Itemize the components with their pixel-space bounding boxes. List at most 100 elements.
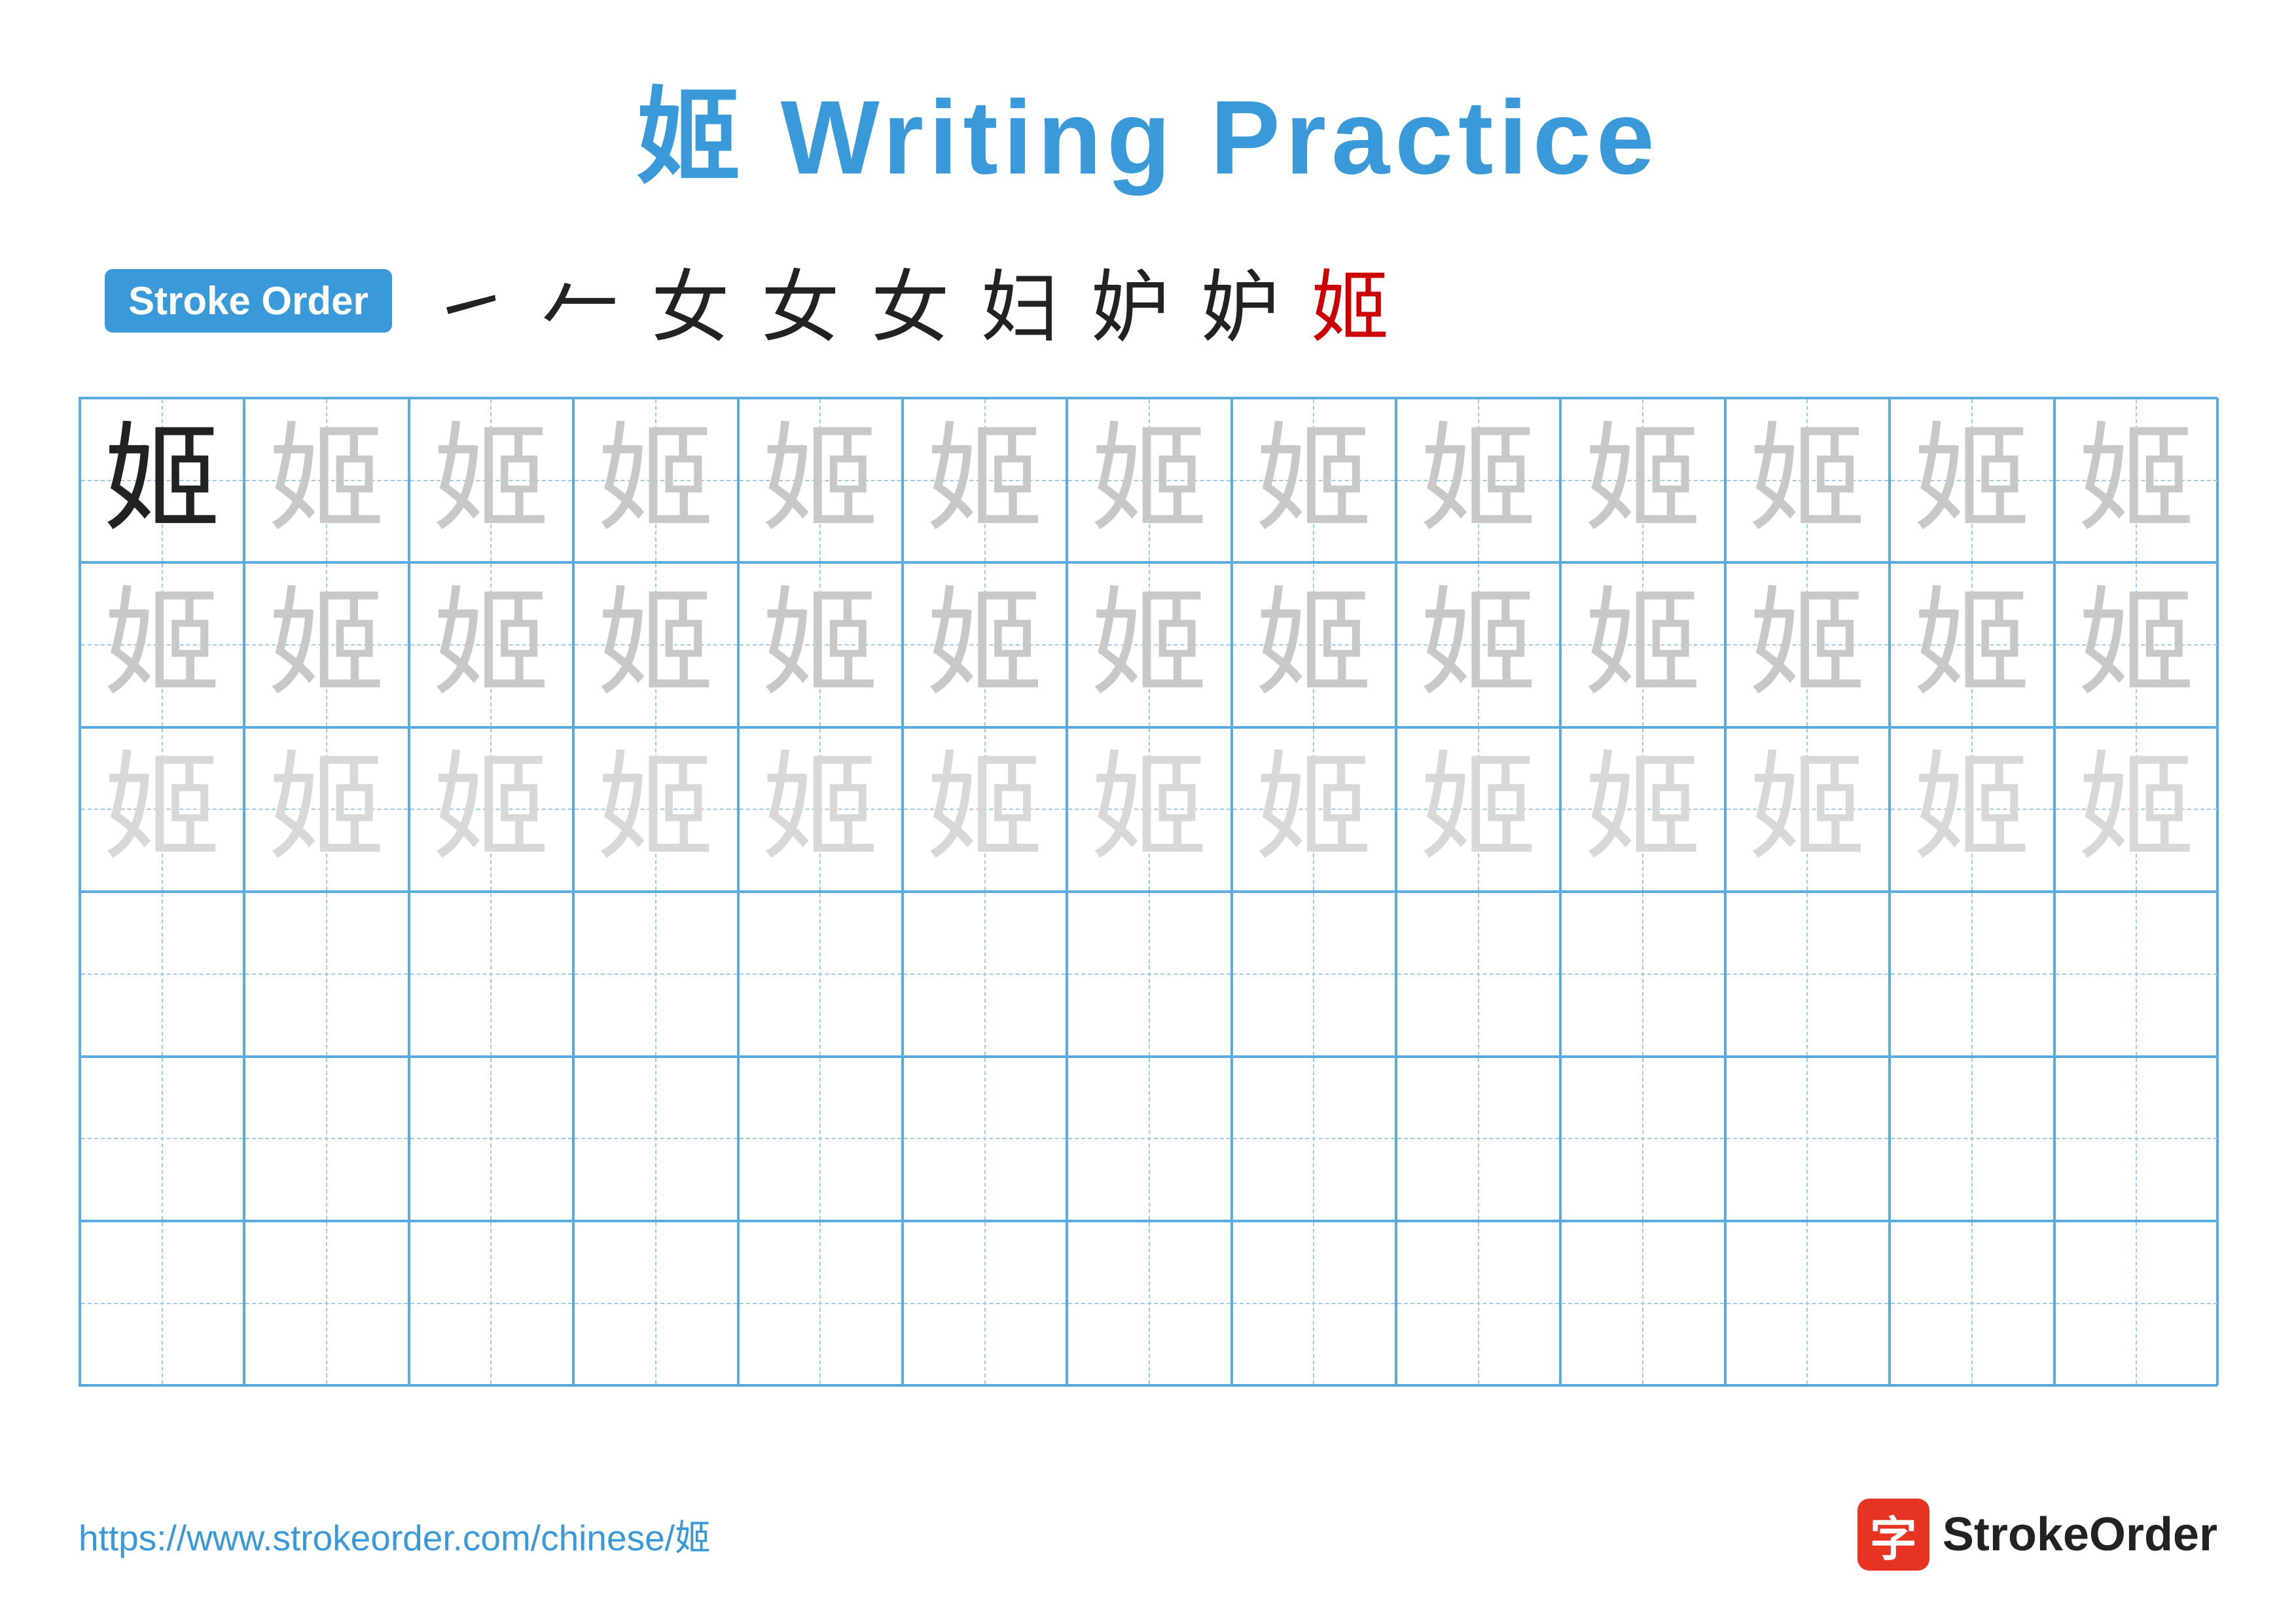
grid-cell[interactable]: [80, 892, 244, 1056]
grid-cell[interactable]: 姬: [1232, 727, 1396, 892]
page: 姬 Writing Practice Stroke Order ㇀ 𠂉 女 女 …: [0, 0, 2296, 1623]
grid-cell[interactable]: 姬: [2054, 562, 2219, 727]
grid-cell[interactable]: [1232, 1057, 1396, 1221]
footer: https://www.strokeorder.com/chinese/姬 字 …: [79, 1499, 2217, 1571]
grid-cell[interactable]: 姬: [244, 727, 408, 892]
grid-cell[interactable]: [1560, 892, 1725, 1056]
stroke-4: 女: [761, 244, 840, 357]
grid-cell[interactable]: [244, 1221, 408, 1385]
grid-cell[interactable]: 姬: [409, 398, 573, 562]
grid-cell[interactable]: 姬: [1396, 398, 1560, 562]
grid-cell[interactable]: [409, 1221, 573, 1385]
grid-cell[interactable]: [573, 892, 738, 1056]
grid-cell[interactable]: [1232, 892, 1396, 1056]
grid-cell[interactable]: [1396, 892, 1560, 1056]
practice-grid: 姬 姬 姬 姬 姬 姬 姬 姬 姬: [79, 397, 2217, 1387]
stroke-2: 𠂉: [541, 244, 620, 357]
grid-cell[interactable]: [244, 892, 408, 1056]
grid-cell[interactable]: [1725, 1057, 1890, 1221]
grid-cell[interactable]: 姬: [2054, 398, 2219, 562]
grid-cell[interactable]: 姬: [903, 398, 1067, 562]
grid-cell[interactable]: [1067, 1057, 1231, 1221]
grid-cell[interactable]: [1560, 1221, 1725, 1385]
grid-cell[interactable]: [738, 892, 903, 1056]
grid-row-1: 姬 姬 姬 姬 姬 姬 姬 姬 姬: [80, 398, 2216, 562]
grid-cell[interactable]: 姬: [1725, 562, 1890, 727]
grid-cell[interactable]: [1067, 1221, 1231, 1385]
grid-cell[interactable]: [1396, 1057, 1560, 1221]
grid-cell[interactable]: 姬: [903, 562, 1067, 727]
grid-cell[interactable]: [1396, 1221, 1560, 1385]
grid-cell[interactable]: [1067, 892, 1231, 1056]
grid-cell[interactable]: 姬: [1396, 727, 1560, 892]
grid-cell[interactable]: 姬: [1396, 562, 1560, 727]
grid-cell[interactable]: [738, 1057, 903, 1221]
grid-cell[interactable]: [1725, 1221, 1890, 1385]
grid-cell[interactable]: [409, 1057, 573, 1221]
character-display: 姬: [597, 750, 715, 868]
page-title: 姬 Writing Practice: [636, 52, 1660, 204]
grid-cell[interactable]: 姬: [2054, 727, 2219, 892]
character-display: 姬: [1584, 586, 1702, 704]
grid-cell[interactable]: [1890, 1057, 2054, 1221]
character-display: 姬: [2077, 586, 2195, 704]
grid-cell[interactable]: 姬: [409, 727, 573, 892]
grid-cell[interactable]: 姬: [1890, 562, 2054, 727]
grid-cell[interactable]: 姬: [1232, 562, 1396, 727]
grid-cell[interactable]: 姬: [80, 727, 244, 892]
grid-cell[interactable]: 姬: [573, 562, 738, 727]
grid-cell[interactable]: 姬: [573, 398, 738, 562]
grid-cell[interactable]: [1232, 1221, 1396, 1385]
grid-cell[interactable]: [738, 1221, 903, 1385]
grid-cell[interactable]: 姬: [1890, 398, 2054, 562]
grid-cell[interactable]: [1560, 1057, 1725, 1221]
stroke-order-row: Stroke Order ㇀ 𠂉 女 女 女 妇 妒 妒 姬: [79, 244, 2217, 357]
grid-cell[interactable]: 姬: [1232, 398, 1396, 562]
grid-cell[interactable]: 姬: [1067, 398, 1231, 562]
grid-cell[interactable]: [2054, 892, 2219, 1056]
grid-cell[interactable]: 姬: [409, 562, 573, 727]
grid-cell[interactable]: [903, 892, 1067, 1056]
character-display: 姬: [432, 586, 550, 704]
grid-cell[interactable]: [573, 1057, 738, 1221]
grid-cell[interactable]: [1725, 892, 1890, 1056]
grid-cell[interactable]: [244, 1057, 408, 1221]
footer-url[interactable]: https://www.strokeorder.com/chinese/姬: [79, 1508, 711, 1561]
grid-cell[interactable]: [2054, 1057, 2219, 1221]
character-display: 姬: [926, 586, 1044, 704]
grid-cell[interactable]: [1890, 892, 2054, 1056]
grid-cell[interactable]: [573, 1221, 738, 1385]
grid-cell[interactable]: [80, 1057, 244, 1221]
character-display: 姬: [2077, 422, 2195, 539]
grid-cell[interactable]: 姬: [738, 562, 903, 727]
grid-cell[interactable]: 姬: [80, 398, 244, 562]
grid-cell[interactable]: 姬: [573, 727, 738, 892]
stroke-7: 妒: [1091, 244, 1170, 357]
grid-cell[interactable]: 姬: [1067, 727, 1231, 892]
stroke-8: 妒: [1201, 244, 1280, 357]
grid-cell[interactable]: 姬: [1560, 398, 1725, 562]
character-display: 姬: [597, 586, 715, 704]
grid-cell[interactable]: 姬: [1560, 562, 1725, 727]
grid-cell[interactable]: [903, 1057, 1067, 1221]
character-display: 姬: [1090, 586, 1208, 704]
grid-cell[interactable]: [1890, 1221, 2054, 1385]
grid-cell[interactable]: 姬: [1067, 562, 1231, 727]
grid-cell[interactable]: 姬: [1725, 727, 1890, 892]
grid-cell[interactable]: 姬: [244, 398, 408, 562]
grid-cell[interactable]: [409, 892, 573, 1056]
grid-cell[interactable]: 姬: [244, 562, 408, 727]
grid-cell[interactable]: 姬: [903, 727, 1067, 892]
grid-cell[interactable]: [80, 1221, 244, 1385]
grid-cell[interactable]: 姬: [1560, 727, 1725, 892]
grid-cell[interactable]: 姬: [1890, 727, 2054, 892]
stroke-3: 女: [651, 244, 730, 357]
grid-cell[interactable]: [2054, 1221, 2219, 1385]
grid-cell[interactable]: [903, 1221, 1067, 1385]
grid-cell[interactable]: 姬: [1725, 398, 1890, 562]
grid-cell[interactable]: 姬: [738, 727, 903, 892]
character-display: 姬: [761, 750, 879, 868]
character-display: 姬: [1255, 586, 1372, 704]
grid-cell[interactable]: 姬: [80, 562, 244, 727]
grid-cell[interactable]: 姬: [738, 398, 903, 562]
